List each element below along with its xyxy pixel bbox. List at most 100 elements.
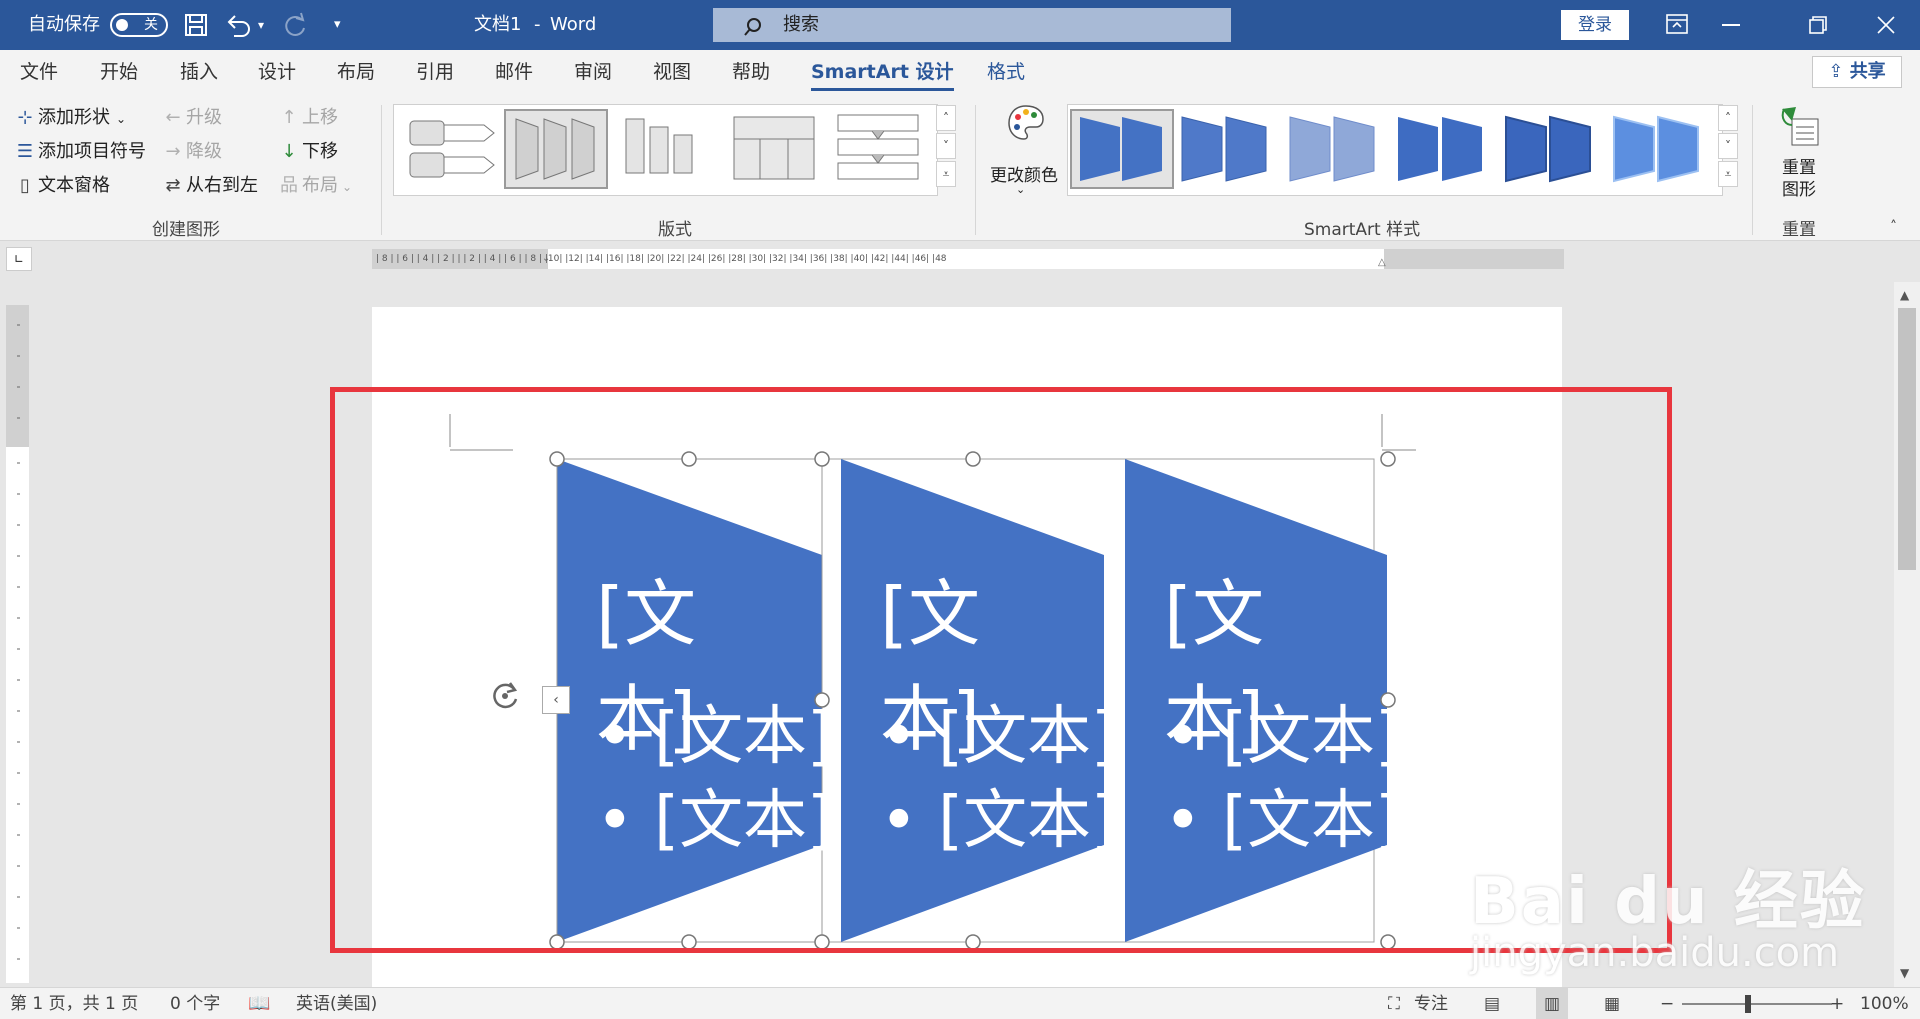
toggle-knob — [116, 19, 128, 31]
watermark-main: Bai du 经验 — [1470, 865, 1866, 939]
print-layout-icon[interactable]: ▥ — [1536, 988, 1569, 1019]
style-option-3[interactable] — [1286, 109, 1390, 189]
chevron-down-icon: ⌄ — [116, 112, 127, 126]
proofing-icon[interactable]: 📖 — [248, 988, 270, 1019]
scroll-up-arrow-icon[interactable]: ▲ — [1900, 288, 1909, 302]
vertical-scrollbar[interactable]: ▲ ▼ — [1894, 282, 1920, 987]
add-shape-button[interactable]: ⊹ 添加形状 ⌄ — [14, 103, 126, 129]
tab-insert[interactable]: 插入 — [180, 50, 218, 95]
styles-more[interactable]: ⩡ — [1718, 161, 1738, 187]
gallery-scroll-down[interactable]: ˅ — [936, 133, 956, 159]
focus-mode-icon[interactable]: ⛶ — [1388, 988, 1400, 1019]
styles-scroll-down[interactable]: ˅ — [1718, 133, 1738, 159]
layouts-group-label: 版式 — [658, 220, 692, 240]
tab-file[interactable]: 文件 — [20, 50, 58, 95]
collapse-ribbon-icon[interactable]: ˄ — [1890, 219, 1897, 235]
tab-help[interactable]: 帮助 — [732, 50, 770, 95]
tab-view[interactable]: 视图 — [653, 50, 691, 95]
save-icon[interactable] — [184, 13, 208, 37]
group-divider — [1752, 105, 1753, 235]
search-box[interactable]: 搜索 — [713, 8, 1231, 42]
layout-option-stacked[interactable] — [832, 109, 936, 189]
ribbon-display-icon[interactable] — [1666, 14, 1688, 34]
style-option-1[interactable] — [1070, 109, 1174, 189]
layout-option-arrows[interactable] — [400, 109, 504, 189]
focus-mode-label[interactable]: 专注 — [1414, 988, 1448, 1019]
tab-selector-icon[interactable]: ∟ — [6, 247, 32, 271]
share-icon: ⇪ — [1828, 61, 1844, 82]
web-layout-icon[interactable]: ▦ — [1604, 988, 1620, 1019]
search-icon — [743, 15, 763, 36]
group-divider — [975, 105, 976, 235]
promote-button[interactable]: ← 升级 — [162, 103, 222, 129]
style-option-6[interactable] — [1610, 109, 1714, 189]
reset-graphic-button[interactable]: 重置 图形 — [1770, 103, 1830, 200]
page-count[interactable]: 第 1 页，共 1 页 — [10, 988, 138, 1019]
text-pane-button[interactable]: ▯ 文本窗格 — [14, 171, 110, 197]
scroll-thumb[interactable] — [1898, 308, 1916, 570]
move-up-button[interactable]: ↑ 上移 — [278, 103, 338, 129]
zoom-slider-thumb[interactable] — [1745, 995, 1751, 1013]
gallery-scroll-up[interactable]: ˄ — [936, 105, 956, 131]
close-icon[interactable] — [1876, 15, 1896, 35]
undo-dropdown-icon[interactable]: ▾ — [258, 0, 264, 50]
layout-button[interactable]: 品布局 ⌄ — [278, 171, 352, 197]
tab-design[interactable]: 设计 — [258, 50, 296, 95]
scroll-down-arrow-icon[interactable]: ▼ — [1900, 966, 1909, 980]
autosave-label: 自动保存 — [28, 14, 100, 35]
word-count[interactable]: 0 个字 — [170, 988, 220, 1019]
search-placeholder: 搜索 — [783, 14, 819, 35]
zoom-out-icon[interactable]: − — [1660, 988, 1674, 1019]
add-shape-label: 添加形状 — [38, 107, 110, 128]
tab-layout[interactable]: 布局 — [337, 50, 375, 95]
minimize-icon[interactable] — [1722, 24, 1740, 26]
login-button[interactable]: 登录 — [1561, 10, 1629, 40]
styles-scroll-up[interactable]: ˄ — [1718, 105, 1738, 131]
tab-smartart-design[interactable]: SmartArt 设计 — [811, 50, 954, 95]
autosave-toggle[interactable]: 关 — [110, 13, 168, 37]
tab-references[interactable]: 引用 — [416, 50, 454, 95]
tab-format[interactable]: 格式 — [987, 50, 1025, 95]
move-down-button[interactable]: ↓ 下移 — [278, 137, 338, 163]
change-colors-button[interactable]: 更改颜色 ⌄ — [986, 103, 1060, 199]
zoom-level[interactable]: 100% — [1860, 988, 1909, 1019]
share-button[interactable]: ⇪ 共享 — [1812, 56, 1902, 88]
horizontal-ruler[interactable]: | 8 | | 6 | | 4 | | 2 | | | 2 | | 4 | | … — [372, 249, 1564, 269]
swap-arrows-icon: ⇄ — [165, 175, 181, 196]
customize-qat-icon[interactable]: ▾ — [334, 0, 341, 50]
ruler-bar: ∟ | 8 | | 6 | | 4 | | 2 | | | 2 | | 4 | … — [0, 241, 1920, 277]
reset-graphic-label-2: 图形 — [1782, 180, 1816, 200]
undo-icon[interactable] — [226, 12, 254, 38]
style-option-2[interactable] — [1178, 109, 1282, 189]
tab-review[interactable]: 审阅 — [574, 50, 612, 95]
style-option-4[interactable] — [1394, 109, 1498, 189]
redo-icon[interactable] — [282, 12, 308, 38]
ruler-right-margin — [1384, 249, 1564, 269]
right-to-left-label: 从右到左 — [186, 175, 258, 196]
layout-option-table[interactable] — [728, 109, 832, 189]
menu-bar: 文件 开始 插入 设计 布局 引用 邮件 审阅 视图 帮助 SmartArt 设… — [0, 50, 1920, 95]
right-indent-marker-icon[interactable]: △ — [1378, 253, 1386, 269]
layout-option-columns[interactable] — [618, 109, 722, 189]
style-option-5[interactable] — [1502, 109, 1606, 189]
read-mode-icon[interactable]: ▤ — [1484, 988, 1500, 1019]
tab-home[interactable]: 开始 — [100, 50, 138, 95]
ribbon: ⊹ 添加形状 ⌄ ☰ 添加项目符号 ▯ 文本窗格 ← 升级 → 降级 ⇄ 从右到左 ↑ 上移 ↓… — [0, 95, 1920, 241]
layout-option-trapezoid[interactable] — [504, 109, 608, 189]
gallery-more[interactable]: ⩡ — [936, 161, 956, 187]
title-separator: - — [534, 14, 541, 35]
indent-marker-icon[interactable]: ⌄ — [542, 249, 550, 269]
create-graphic-group-label: 创建图形 — [152, 220, 220, 240]
vertical-ruler[interactable] — [6, 305, 29, 983]
add-bullet-label: 添加项目符号 — [38, 141, 146, 162]
zoom-slider-track[interactable] — [1682, 1003, 1832, 1005]
tab-mailings[interactable]: 邮件 — [495, 50, 533, 95]
language-indicator[interactable]: 英语(美国) — [296, 988, 377, 1019]
share-label: 共享 — [1849, 61, 1886, 82]
right-to-left-button[interactable]: ⇄ 从右到左 — [162, 171, 258, 197]
demote-button[interactable]: → 降级 — [162, 137, 222, 163]
restore-icon[interactable] — [1808, 15, 1828, 35]
zoom-in-icon[interactable]: + — [1830, 988, 1844, 1019]
add-bullet-button[interactable]: ☰ 添加项目符号 — [14, 137, 146, 163]
ruler-ticks: | 8 | | 6 | | 4 | | 2 | | | 2 | | 4 | | … — [376, 254, 947, 264]
